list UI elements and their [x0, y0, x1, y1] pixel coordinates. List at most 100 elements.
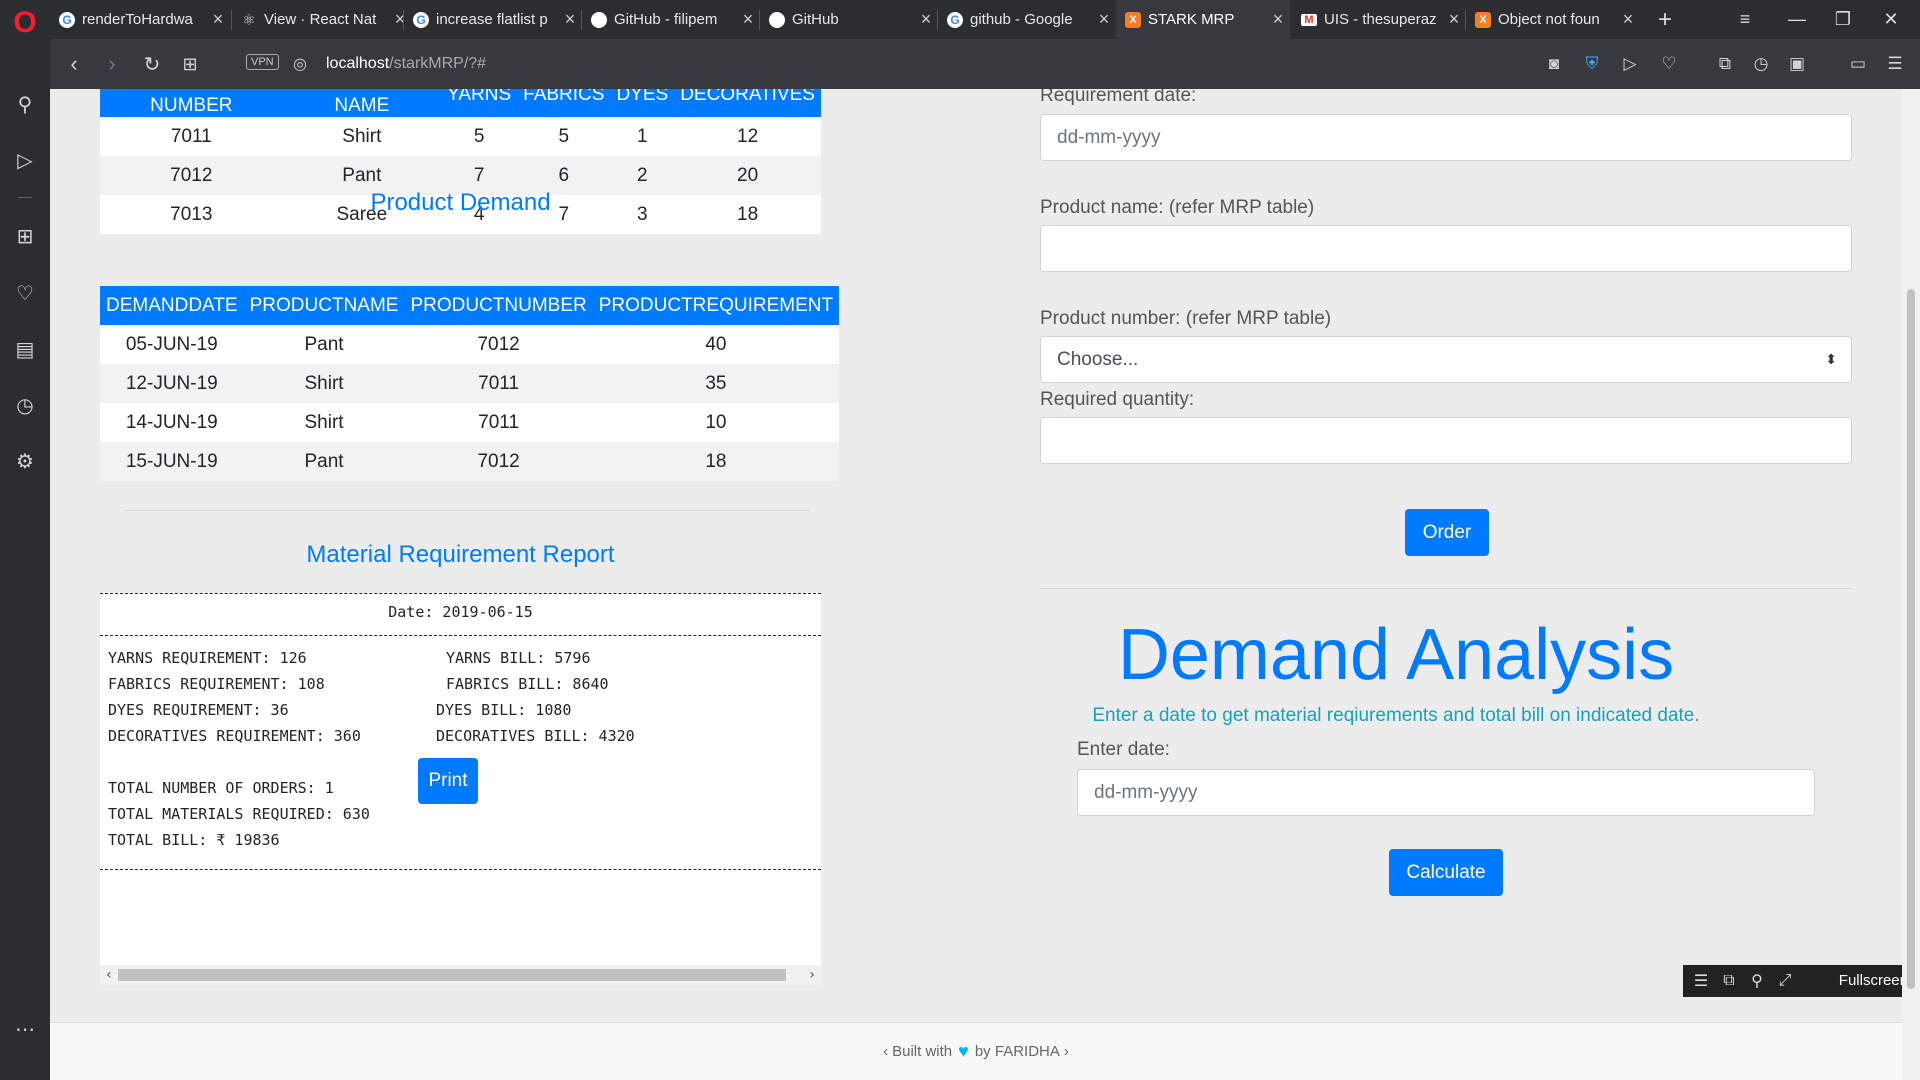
- zoom-icon[interactable]: ⚲: [1743, 965, 1771, 997]
- close-icon[interactable]: ×: [1092, 9, 1116, 30]
- report-line: YARNS REQUIREMENT: 126: [108, 649, 307, 667]
- send-icon[interactable]: ▷: [0, 140, 50, 180]
- tab-7[interactable]: M UIS - thesuperaz ×: [1292, 0, 1466, 39]
- tab-title: github - Google: [970, 11, 1073, 28]
- tab-8[interactable]: X Object not foun ×: [1466, 0, 1640, 39]
- scrollbar-thumb[interactable]: [118, 969, 786, 981]
- tab-title: Object not foun: [1498, 11, 1600, 28]
- chevron-left-icon: ‹: [883, 1042, 889, 1060]
- table-row: 7011 Shirt 5 5 1 12: [100, 117, 821, 156]
- scrollbar-thumb[interactable]: [1907, 289, 1915, 989]
- heart-icon[interactable]: ♡: [0, 273, 50, 313]
- vpn-badge[interactable]: VPN: [246, 54, 279, 70]
- mrp-col-header: DYES: [610, 89, 675, 117]
- table-cell: Pant: [243, 325, 405, 364]
- settings-gear-icon[interactable]: ⚙: [0, 441, 50, 481]
- mrp-col-header: DECORATIVES: [674, 89, 821, 117]
- forward-icon[interactable]: ›: [94, 39, 130, 89]
- battery-icon[interactable]: ▭: [1843, 39, 1873, 89]
- product-number-label: Product number: (refer MRP table): [1040, 308, 1332, 329]
- reload-icon[interactable]: ↻: [134, 39, 170, 89]
- more-icon[interactable]: ⋯: [0, 1009, 50, 1049]
- page-viewport: PRODUCT NUMBER PRODUCT NAME YARNS FABRIC…: [50, 89, 1920, 1080]
- history-clock-icon[interactable]: ◷: [1746, 39, 1776, 89]
- product-name-label: Product name: (refer MRP table): [1040, 197, 1315, 218]
- send-icon[interactable]: ▷: [1615, 39, 1645, 89]
- close-icon[interactable]: ×: [1616, 9, 1640, 30]
- tab-title: increase flatlist p: [436, 11, 548, 28]
- tab-5[interactable]: G github - Google ×: [938, 0, 1116, 39]
- opera-logo-icon[interactable]: O: [8, 6, 42, 40]
- tab-6-active[interactable]: X STARK MRP ×: [1116, 0, 1290, 39]
- close-icon[interactable]: ×: [206, 9, 230, 30]
- table-cell: 35: [592, 364, 840, 403]
- restore-icon[interactable]: ❐: [1820, 0, 1866, 39]
- table-cell: 15-JUN-19: [100, 442, 244, 481]
- url-field[interactable]: localhost/starkMRP/?#: [326, 39, 486, 89]
- close-icon[interactable]: ×: [736, 9, 760, 30]
- resize-icon[interactable]: ⤢: [1771, 965, 1799, 997]
- tab-title: GitHub - filipem: [614, 11, 718, 28]
- tab-3[interactable]: GitHub - filipem ×: [582, 0, 760, 39]
- easy-setup-icon[interactable]: ☰: [1880, 39, 1910, 89]
- popout-icon[interactable]: ⧉: [1715, 965, 1743, 997]
- tab-0[interactable]: G renderToHardwa ×: [50, 0, 230, 39]
- shield-icon[interactable]: ⛨: [1577, 39, 1607, 89]
- extension-icon[interactable]: ⧉: [1710, 39, 1740, 89]
- snapshot-camera-icon[interactable]: ◙: [1539, 39, 1569, 89]
- dashed-rule: [100, 869, 821, 870]
- news-icon[interactable]: ▤: [0, 329, 50, 369]
- report-line: DECORATIVES REQUIREMENT: 360: [108, 727, 361, 745]
- tab-title: UIS - thesuperaz: [1324, 11, 1437, 28]
- chevron-right-icon: ›: [1063, 1042, 1069, 1060]
- close-window-icon[interactable]: ✕: [1868, 0, 1914, 39]
- product-number-select[interactable]: Choose... ⬍: [1040, 336, 1852, 383]
- tab-1[interactable]: ⚛ View · React Nat ×: [232, 0, 412, 39]
- demand-table-header: DEMANDDATE PRODUCTNAME PRODUCTNUMBER PRO…: [100, 286, 840, 325]
- history-clock-icon[interactable]: ◷: [0, 385, 50, 425]
- scroll-right-icon[interactable]: ›: [803, 965, 821, 985]
- close-icon[interactable]: ×: [914, 9, 938, 30]
- table-row: 12-JUN-19 Shirt 7011 35: [100, 364, 840, 403]
- scroll-left-icon[interactable]: ‹: [100, 965, 118, 985]
- tab-bar: O G renderToHardwa × ⚛ View · React Nat …: [0, 0, 1920, 39]
- fullscreen-label[interactable]: Fullscreen: [1839, 965, 1908, 997]
- tab-title: GitHub: [792, 11, 839, 28]
- close-icon[interactable]: ×: [558, 9, 582, 30]
- new-tab-icon[interactable]: +: [1642, 0, 1688, 39]
- table-cell: 7012: [404, 442, 593, 481]
- tab-menu-icon[interactable]: ≡: [1722, 0, 1768, 39]
- close-icon[interactable]: ×: [1266, 9, 1290, 30]
- product-name-input[interactable]: [1040, 225, 1852, 272]
- close-icon[interactable]: ×: [1442, 9, 1466, 30]
- tab-title: View · React Nat: [264, 11, 377, 28]
- demand-analysis-subtitle: Enter a date to get material reqiurement…: [1092, 705, 1700, 726]
- table-cell: 7011: [404, 403, 593, 442]
- minimize-icon[interactable]: —: [1774, 0, 1820, 39]
- github-icon: [590, 11, 608, 29]
- analysis-date-input[interactable]: dd-mm-yyyy: [1077, 769, 1815, 816]
- calculate-button[interactable]: Calculate: [1389, 849, 1503, 896]
- requirement-date-input[interactable]: dd-mm-yyyy: [1040, 114, 1852, 161]
- back-icon[interactable]: ‹: [56, 39, 92, 89]
- report-total: TOTAL NUMBER OF ORDERS: 1: [108, 779, 334, 797]
- list-icon[interactable]: ☰: [1687, 965, 1715, 997]
- horizontal-scrollbar[interactable]: ‹ ›: [100, 965, 821, 985]
- print-button[interactable]: Print: [418, 758, 478, 804]
- bw-extension-icon[interactable]: ▣: [1782, 39, 1812, 89]
- tab-4[interactable]: GitHub ×: [760, 0, 938, 39]
- order-button[interactable]: Order: [1405, 509, 1489, 556]
- heart-icon[interactable]: ♡: [1654, 39, 1684, 89]
- table-cell: Shirt: [243, 364, 405, 403]
- quantity-input[interactable]: [1040, 417, 1852, 464]
- url-host: localhost: [326, 55, 390, 72]
- speed-dial-icon[interactable]: ⊞: [0, 216, 50, 256]
- speed-dial-icon[interactable]: ⊞: [172, 39, 208, 89]
- mrp-col-header: PRODUCT NAME: [282, 89, 442, 117]
- vertical-scrollbar[interactable]: [1902, 89, 1920, 1080]
- search-icon[interactable]: ⚲: [0, 84, 50, 124]
- tab-2[interactable]: G increase flatlist p ×: [404, 0, 582, 39]
- table-cell: Pant: [243, 442, 405, 481]
- report-line: FABRICS REQUIREMENT: 108: [108, 675, 325, 693]
- gmail-icon: M: [1300, 11, 1318, 29]
